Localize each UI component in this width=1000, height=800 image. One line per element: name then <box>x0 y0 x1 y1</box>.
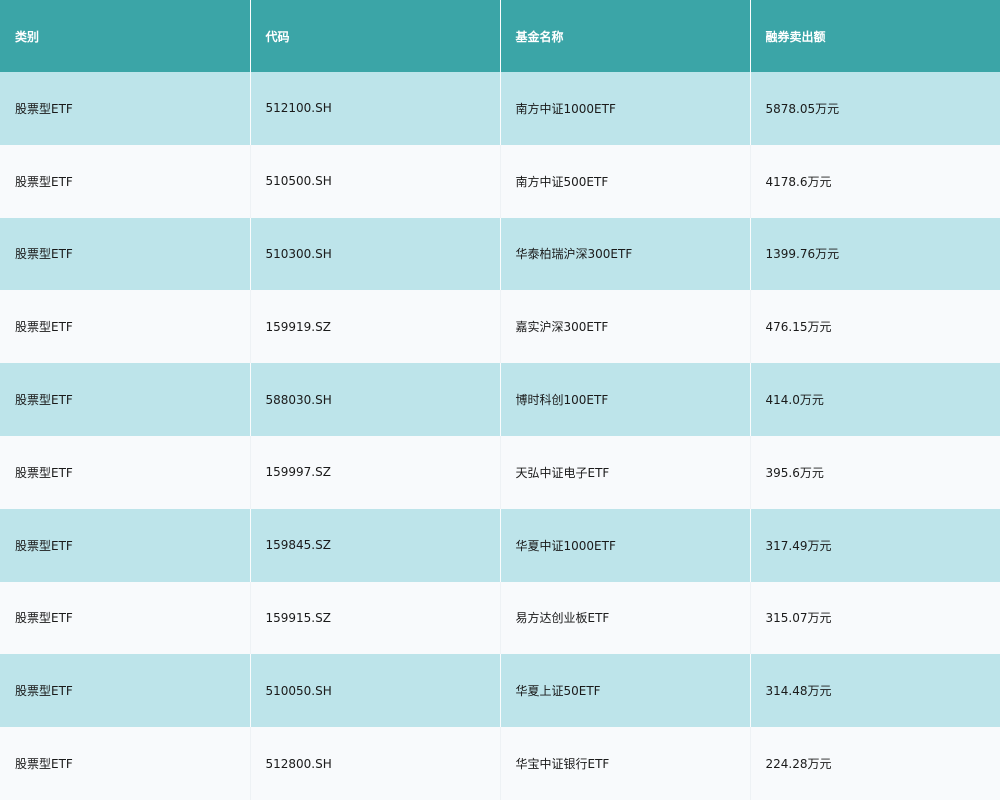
cell-short-sale-amount: 395.6万元 <box>750 435 1000 509</box>
cell-short-sale-amount: 476.15万元 <box>750 290 1000 364</box>
cell-short-sale-amount: 224.28万元 <box>750 727 1000 800</box>
cell-category: 股票型ETF <box>0 727 251 800</box>
header-code: 代码 <box>250 0 501 72</box>
cell-short-sale-amount: 5878.05万元 <box>750 72 1000 145</box>
cell-fund-name: 南方中证1000ETF <box>500 72 751 145</box>
cell-category: 股票型ETF <box>0 508 251 582</box>
cell-fund-name: 华夏中证1000ETF <box>500 508 751 582</box>
cell-category: 股票型ETF <box>0 581 251 655</box>
cell-category: 股票型ETF <box>0 654 251 728</box>
cell-fund-name: 天弘中证电子ETF <box>500 435 751 509</box>
cell-code: 512100.SH <box>250 72 501 145</box>
cell-code: 159845.SZ <box>250 508 501 582</box>
cell-code: 159915.SZ <box>250 581 501 655</box>
header-fund-name: 基金名称 <box>500 0 751 72</box>
cell-category: 股票型ETF <box>0 144 251 218</box>
cell-code: 159997.SZ <box>250 435 501 509</box>
table-row: 股票型ETF 159915.SZ 易方达创业板ETF 315.07万元 <box>0 581 1000 655</box>
cell-short-sale-amount: 315.07万元 <box>750 581 1000 655</box>
table-row: 股票型ETF 510050.SH 华夏上证50ETF 314.48万元 <box>0 654 1000 728</box>
table-header: 类别 代码 基金名称 融券卖出额 <box>0 0 1000 72</box>
table-row: 股票型ETF 510500.SH 南方中证500ETF 4178.6万元 <box>0 144 1000 218</box>
cell-category: 股票型ETF <box>0 217 251 291</box>
table-row: 股票型ETF 159919.SZ 嘉实沪深300ETF 476.15万元 <box>0 290 1000 364</box>
cell-short-sale-amount: 414.0万元 <box>750 363 1000 436</box>
cell-category: 股票型ETF <box>0 363 251 436</box>
table-row: 股票型ETF 512800.SH 华宝中证银行ETF 224.28万元 <box>0 727 1000 800</box>
header-row: 类别 代码 基金名称 融券卖出额 <box>0 0 1000 72</box>
cell-category: 股票型ETF <box>0 435 251 509</box>
cell-category: 股票型ETF <box>0 72 251 145</box>
cell-code: 159919.SZ <box>250 290 501 364</box>
etf-short-sale-table: 类别 代码 基金名称 融券卖出额 股票型ETF 512100.SH 南方中证10… <box>0 0 1000 800</box>
table-row: 股票型ETF 512100.SH 南方中证1000ETF 5878.05万元 <box>0 72 1000 145</box>
cell-fund-name: 易方达创业板ETF <box>500 581 751 655</box>
cell-short-sale-amount: 317.49万元 <box>750 508 1000 582</box>
table-row: 股票型ETF 159997.SZ 天弘中证电子ETF 395.6万元 <box>0 435 1000 509</box>
header-category: 类别 <box>0 0 251 72</box>
cell-code: 588030.SH <box>250 363 501 436</box>
header-short-sale-amount: 融券卖出额 <box>750 0 1000 72</box>
cell-code: 510050.SH <box>250 654 501 728</box>
cell-code: 510300.SH <box>250 217 501 291</box>
cell-fund-name: 华夏上证50ETF <box>500 654 751 728</box>
cell-short-sale-amount: 4178.6万元 <box>750 144 1000 218</box>
cell-short-sale-amount: 1399.76万元 <box>750 217 1000 291</box>
cell-short-sale-amount: 314.48万元 <box>750 654 1000 728</box>
cell-code: 510500.SH <box>250 144 501 218</box>
cell-fund-name: 华宝中证银行ETF <box>500 727 751 800</box>
cell-fund-name: 南方中证500ETF <box>500 144 751 218</box>
table-body: 股票型ETF 512100.SH 南方中证1000ETF 5878.05万元 股… <box>0 72 1000 800</box>
table-row: 股票型ETF 159845.SZ 华夏中证1000ETF 317.49万元 <box>0 508 1000 582</box>
cell-code: 512800.SH <box>250 727 501 800</box>
table-row: 股票型ETF 510300.SH 华泰柏瑞沪深300ETF 1399.76万元 <box>0 217 1000 291</box>
cell-fund-name: 华泰柏瑞沪深300ETF <box>500 217 751 291</box>
cell-category: 股票型ETF <box>0 290 251 364</box>
table-row: 股票型ETF 588030.SH 博时科创100ETF 414.0万元 <box>0 363 1000 436</box>
cell-fund-name: 嘉实沪深300ETF <box>500 290 751 364</box>
cell-fund-name: 博时科创100ETF <box>500 363 751 436</box>
